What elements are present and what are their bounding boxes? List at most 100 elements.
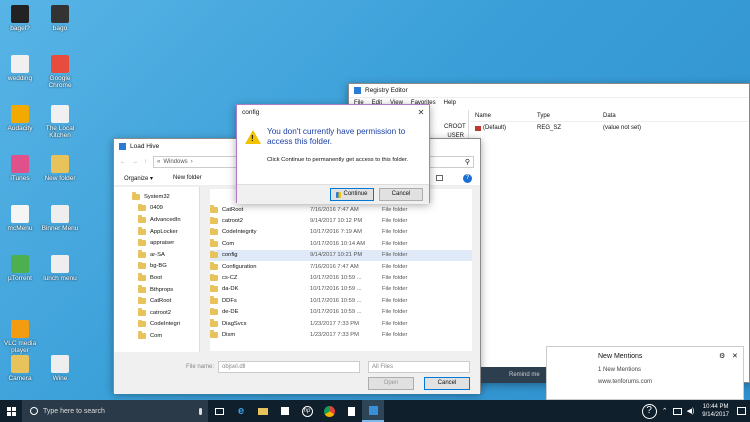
tree-item[interactable]: AppLocker — [114, 226, 199, 238]
permission-titlebar[interactable]: config ✕ — [237, 105, 429, 119]
menu-help[interactable]: Help — [444, 100, 456, 106]
file-row[interactable]: Dism 1/23/2017 7:33 PM File folder — [210, 329, 472, 340]
open-button[interactable]: Open — [368, 377, 414, 390]
chrome-icon[interactable] — [318, 400, 340, 422]
breadcrumb-sep[interactable]: › — [191, 159, 193, 165]
registry-titlebar[interactable]: Registry Editor — [349, 84, 749, 98]
tree-item[interactable]: catroot2 — [114, 307, 199, 319]
file-row[interactable]: de-DE 10/17/2016 10:59 ... File folder — [210, 307, 472, 318]
load-hive-cancel-button[interactable]: Cancel — [424, 377, 470, 390]
microphone-icon[interactable] — [199, 407, 202, 415]
clock[interactable]: 10:44 PM 9/14/2017 — [699, 403, 732, 419]
folder-icon — [138, 238, 146, 247]
desktop-icon[interactable]: Camera — [0, 355, 40, 382]
desktop-icon[interactable]: Binner Menu — [40, 205, 80, 232]
search-bar[interactable]: Type here to search — [22, 400, 208, 422]
close-icon[interactable]: ✕ — [413, 108, 429, 117]
desktop-icon[interactable]: Wine — [40, 355, 80, 382]
desktop-icon[interactable]: Audacity — [0, 105, 40, 132]
desktop-icon[interactable]: bagel? — [0, 5, 40, 32]
permission-dialog[interactable]: config ✕ ! You don't currently have perm… — [236, 104, 430, 204]
action-center-icon[interactable] — [737, 407, 746, 415]
file-row[interactable]: Configuration 7/16/2016 7:47 AM File folde… — [210, 261, 472, 272]
organize-button[interactable]: Organize ▾ — [124, 175, 153, 182]
registry-row[interactable]: (Default) REG_SZ (value not set) — [471, 122, 749, 134]
notification-settings-icon[interactable]: ⚙ — [719, 352, 725, 360]
notepad-icon[interactable] — [340, 400, 362, 422]
desktop-icon[interactable]: bago — [40, 5, 80, 32]
help-tips-icon[interactable]: ? — [641, 403, 657, 419]
file-name-field[interactable]: objsel.dll — [218, 361, 360, 373]
file-row[interactable]: da-DK 10/17/2016 10:59 ... File folder — [210, 284, 472, 295]
volume-icon[interactable]: ◀) — [687, 407, 695, 415]
regedit-icon[interactable] — [362, 400, 384, 422]
permission-cancel-button[interactable]: Cancel — [379, 188, 423, 201]
tree-item[interactable]: Com — [114, 330, 199, 342]
col-name[interactable]: Name — [471, 113, 537, 119]
file-type-select[interactable]: All Files — [368, 361, 470, 373]
up-icon[interactable]: ↑ — [144, 159, 147, 165]
desktop-icon-label: bagel? — [10, 25, 30, 32]
file-date: 10/17/2016 7:19 AM — [310, 229, 362, 236]
desktop-icon[interactable]: wedding — [0, 55, 40, 82]
folder-icon — [138, 285, 146, 293]
hp-icon[interactable]: hp — [296, 400, 318, 422]
desktop-icon[interactable]: VLC media player — [0, 320, 40, 354]
tree-item[interactable]: Bthprops — [114, 284, 199, 296]
desktop-icon-image — [51, 355, 69, 373]
file-row[interactable]: Com 10/17/2016 10:14 AM File folder — [210, 238, 472, 249]
remind-me[interactable]: Remind me — [509, 372, 540, 378]
back-icon[interactable]: ← — [120, 159, 126, 165]
file-type: File folder — [382, 252, 408, 259]
file-explorer-icon[interactable] — [252, 400, 274, 422]
file-row[interactable]: catroot2 9/14/2017 10:12 PM File folder — [210, 215, 472, 226]
file-row[interactable]: DDFs 10/17/2016 10:59 ... File folder — [210, 295, 472, 306]
task-view-icon[interactable] — [208, 400, 230, 422]
tree-item[interactable]: CatRoot — [114, 295, 199, 307]
col-data[interactable]: Data — [603, 113, 616, 119]
registry-values[interactable]: Name Type Data (Default) REG_SZ (value n… — [471, 110, 749, 382]
notification-close-icon[interactable]: ✕ — [732, 352, 738, 360]
nav-tree[interactable]: System32 0409 AdvancedIn AppLocker appraiser… — [114, 187, 200, 352]
desktop-icon[interactable]: New folder — [40, 155, 80, 182]
folder-icon — [210, 262, 218, 270]
help-icon[interactable]: ? — [463, 173, 472, 183]
continue-button[interactable]: Continue — [330, 188, 374, 201]
tray-overflow-icon[interactable]: ⌃ — [662, 407, 668, 415]
desktop-icon[interactable]: lunch menu — [40, 255, 80, 282]
tree-item[interactable]: AdvancedIn — [114, 214, 199, 226]
new-folder-button[interactable]: New folder — [173, 175, 202, 181]
desktop-icon[interactable]: µTorrent — [0, 255, 40, 282]
file-name: Configuration — [222, 263, 257, 270]
tree-item[interactable]: appraiser — [114, 237, 199, 249]
file-row[interactable]: DiagSvcs 1/23/2017 7:33 PM File folder — [210, 318, 472, 329]
tree-item[interactable]: bg-BG — [114, 261, 199, 273]
breadcrumb-overflow[interactable]: « — [157, 159, 160, 165]
tree-item-label: AdvancedIn — [150, 216, 181, 223]
col-type[interactable]: Type — [537, 113, 603, 119]
desktop-icon[interactable]: The Local Kitchen — [40, 105, 80, 139]
tree-item[interactable]: System32 — [114, 191, 199, 203]
file-row[interactable]: cs-CZ 10/17/2016 10:59 ... File folder — [210, 272, 472, 283]
tree-item[interactable]: Boot — [114, 272, 199, 284]
network-icon[interactable] — [672, 407, 682, 415]
forward-icon[interactable]: → — [132, 159, 138, 165]
file-type: File folder — [382, 218, 408, 225]
file-row[interactable]: config 9/14/2017 10:21 PM File folder — [210, 249, 472, 261]
breadcrumb-windows[interactable]: Windows — [163, 159, 187, 165]
desktop-icon[interactable]: iTunes — [0, 155, 40, 182]
preview-pane-icon[interactable] — [436, 175, 443, 181]
tree-item[interactable]: ar-SA — [114, 249, 199, 261]
start-button[interactable] — [0, 400, 22, 422]
desktop-icon[interactable]: Google Chrome — [40, 55, 80, 89]
file-row[interactable]: CatRoot 7/16/2016 7:47 AM File folder — [210, 204, 472, 215]
registry-tree-item[interactable]: CROOT — [444, 124, 466, 130]
file-list[interactable]: CatRoot 7/16/2016 7:47 AM File folder catro… — [210, 189, 472, 351]
edge-icon[interactable]: e — [230, 400, 252, 422]
desktop-icon[interactable]: mcMenu — [0, 205, 40, 232]
notification-toast[interactable]: New Mentions 1 New Mentions www.tenforum… — [546, 346, 744, 400]
store-icon[interactable] — [274, 400, 296, 422]
file-row[interactable]: CodeIntegrity 10/17/2016 7:19 AM File fold… — [210, 227, 472, 238]
tree-item[interactable]: 0409 — [114, 203, 199, 215]
tree-item[interactable]: CodeIntegri — [114, 319, 199, 331]
